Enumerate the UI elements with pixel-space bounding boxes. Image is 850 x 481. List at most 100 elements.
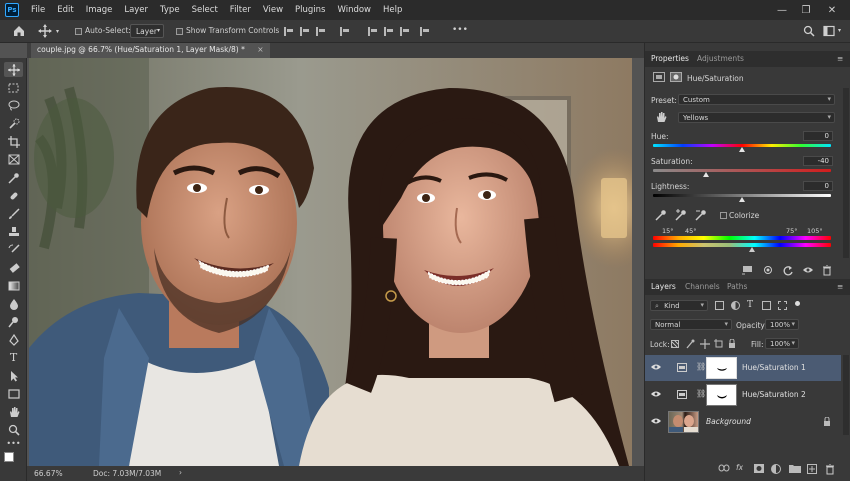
fill-field[interactable]: 100% ▾ (765, 338, 799, 349)
visibility-eye-icon[interactable] (651, 363, 661, 371)
lock-transparent-icon[interactable] (671, 340, 679, 348)
layer-name[interactable]: Hue/Saturation 2 (742, 390, 806, 399)
preset-dropdown[interactable]: Custom ▾ (678, 94, 835, 105)
targeted-adjustment-hand-icon[interactable] (655, 111, 667, 125)
lasso-tool-icon[interactable] (4, 98, 23, 113)
lock-position-icon[interactable] (700, 339, 710, 351)
type-tool-icon[interactable]: T (4, 350, 23, 365)
brush-tool-icon[interactable] (4, 206, 23, 221)
menu-edit[interactable]: Edit (57, 5, 73, 15)
panel-menu-icon[interactable]: ≡ (837, 54, 843, 63)
workspace-icon[interactable] (823, 25, 835, 39)
move-tool-icon[interactable] (4, 62, 23, 77)
history-brush-tool-icon[interactable] (4, 242, 23, 257)
document-canvas[interactable] (29, 58, 632, 466)
saturation-value-field[interactable]: -40 (803, 156, 833, 166)
filter-pixel-icon[interactable] (715, 301, 724, 310)
eraser-tool-icon[interactable] (4, 260, 23, 275)
distribute-icon[interactable] (340, 27, 349, 36)
document-tab[interactable]: couple.jpg @ 66.7% (Hue/Saturation 1, La… (31, 43, 270, 58)
tab-adjustments[interactable]: Adjustments (697, 54, 744, 63)
chevron-down-icon[interactable]: ▾ (838, 27, 841, 34)
close-tab-icon[interactable]: × (257, 45, 263, 54)
tab-paths[interactable]: Paths (727, 282, 747, 291)
eyedropper-minus-icon[interactable] (695, 209, 707, 223)
menu-image[interactable]: Image (86, 5, 113, 15)
align-middle-icon[interactable] (384, 27, 393, 36)
lightness-slider-thumb[interactable] (739, 197, 745, 202)
align-bottom-icon[interactable] (400, 27, 409, 36)
view-previous-state-icon[interactable] (762, 265, 774, 277)
hue-value-field[interactable]: 0 (803, 131, 833, 141)
align-left-icon[interactable] (284, 27, 293, 36)
layer-row[interactable]: ⛓ Hue/Saturation 1 (645, 355, 841, 381)
colorize-checkbox[interactable] (720, 212, 727, 219)
gradient-tool-icon[interactable] (4, 278, 23, 293)
saturation-slider-track[interactable] (653, 169, 831, 172)
filter-adjustment-icon[interactable] (731, 301, 740, 310)
clone-stamp-tool-icon[interactable] (4, 224, 23, 239)
marquee-tool-icon[interactable] (4, 80, 23, 95)
more-tools-icon[interactable]: ••• (4, 436, 23, 451)
home-icon[interactable] (12, 24, 26, 38)
foreground-color-swatch[interactable] (4, 452, 14, 462)
minimize-button[interactable]: — (770, 0, 794, 20)
chain-link-icon[interactable]: ⛓ (696, 389, 706, 398)
filter-smart-object-icon[interactable] (778, 301, 787, 310)
blur-tool-icon[interactable] (4, 296, 23, 311)
tab-layers[interactable]: Layers (647, 279, 680, 295)
layer-filter-dropdown[interactable]: ⌕ Kind ▾ (650, 300, 708, 311)
layer-effects-icon[interactable]: fx (736, 463, 743, 472)
chevron-down-icon[interactable]: ▾ (56, 28, 59, 35)
crop-tool-icon[interactable] (4, 134, 23, 149)
link-layers-icon[interactable] (718, 464, 730, 474)
eyedropper-tool-icon[interactable] (4, 170, 23, 185)
menu-window[interactable]: Window (337, 5, 371, 15)
saturation-slider-thumb[interactable] (703, 172, 710, 177)
reset-icon[interactable] (782, 265, 794, 278)
chain-link-icon[interactable]: ⛓ (696, 362, 706, 371)
tab-channels[interactable]: Channels (685, 282, 720, 291)
status-menu-arrow-icon[interactable]: › (179, 468, 182, 477)
menu-help[interactable]: Help (383, 5, 402, 15)
dodge-tool-icon[interactable] (4, 314, 23, 329)
panel-menu-icon[interactable]: ≡ (837, 282, 843, 291)
menu-type[interactable]: Type (160, 5, 180, 15)
layer-mask-icon[interactable] (670, 72, 682, 82)
align-center-icon[interactable] (300, 27, 309, 36)
zoom-tool-icon[interactable] (4, 422, 23, 437)
distribute-vertical-icon[interactable] (420, 27, 429, 36)
more-options-icon[interactable]: ••• (452, 25, 468, 35)
lock-artboard-icon[interactable] (714, 339, 724, 351)
rectangle-tool-icon[interactable] (4, 386, 23, 401)
layer-mask-thumbnail[interactable] (706, 357, 737, 379)
filter-type-icon[interactable]: T (747, 300, 753, 310)
visibility-eye-icon[interactable] (651, 390, 661, 398)
layers-scrollbar[interactable] (843, 355, 849, 435)
delete-layer-icon[interactable] (825, 463, 835, 477)
hand-tool-icon[interactable] (4, 404, 23, 419)
visibility-eye-icon[interactable] (651, 417, 661, 425)
eyedropper-plus-icon[interactable] (675, 209, 687, 223)
auto-select-target-dropdown[interactable]: Layer ▾ (130, 24, 164, 38)
eyedropper-icon[interactable] (655, 209, 667, 223)
new-adjustment-layer-icon[interactable] (771, 464, 781, 474)
new-layer-icon[interactable] (807, 464, 817, 474)
blend-mode-dropdown[interactable]: Normal ▾ (650, 319, 732, 330)
lightness-value-field[interactable]: 0 (803, 181, 833, 191)
delete-icon[interactable] (822, 264, 832, 278)
filter-toggle-icon[interactable] (795, 301, 800, 306)
menu-filter[interactable]: Filter (230, 5, 251, 15)
add-mask-icon[interactable] (754, 464, 764, 473)
new-group-icon[interactable] (789, 464, 801, 475)
channel-dropdown[interactable]: Yellows ▾ (678, 112, 835, 123)
menu-select[interactable]: Select (192, 5, 218, 15)
menu-layer[interactable]: Layer (124, 5, 148, 15)
visibility-eye-icon[interactable] (802, 265, 814, 277)
search-icon[interactable] (803, 25, 815, 39)
photoshop-logo-icon[interactable]: Ps (5, 3, 19, 17)
path-selection-tool-icon[interactable] (4, 368, 23, 383)
layer-row[interactable]: ⛓ Hue/Saturation 2 (645, 382, 841, 408)
menu-view[interactable]: View (263, 5, 283, 15)
layer-name[interactable]: Hue/Saturation 1 (742, 363, 806, 372)
